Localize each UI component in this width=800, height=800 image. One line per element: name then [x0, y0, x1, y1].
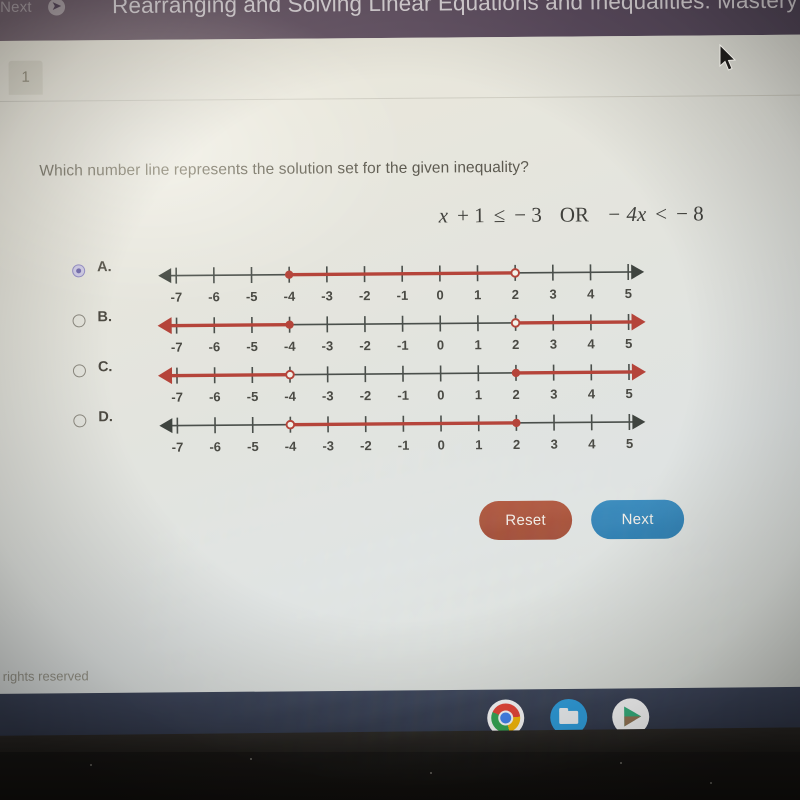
svg-text:-3: -3 [322, 388, 334, 403]
svg-text:1: 1 [475, 437, 482, 452]
svg-text:-4: -4 [284, 289, 296, 304]
svg-text:-6: -6 [209, 389, 221, 404]
svg-text:0: 0 [437, 387, 444, 402]
svg-text:2: 2 [512, 287, 519, 302]
svg-text:3: 3 [550, 337, 557, 352]
assignment-title: Rearranging and Solving Linear Equations… [111, 0, 800, 19]
svg-text:4: 4 [587, 336, 595, 351]
svg-text:4: 4 [587, 286, 595, 301]
expr-neg-four-x: − 4x [606, 201, 647, 227]
svg-text:2: 2 [512, 387, 519, 402]
svg-text:-1: -1 [398, 438, 410, 453]
content-sheet: 1 Which number line represents the solut… [0, 34, 800, 698]
question-number-tab[interactable]: 1 [8, 60, 43, 95]
svg-text:2: 2 [512, 337, 519, 352]
svg-text:-5: -5 [247, 439, 259, 454]
svg-text:-6: -6 [209, 439, 221, 454]
svg-text:0: 0 [436, 287, 443, 302]
svg-text:-3: -3 [322, 438, 334, 453]
number-line-graphic: -7 -6 -5 -4 -3 -2 -1 0 1 2 3 4 5 [136, 300, 666, 354]
svg-text:-2: -2 [360, 388, 372, 403]
answer-choice-letter: B. [97, 309, 113, 326]
answer-choice-d[interactable]: D. -7 -6 -5 -4 -3 -2 -1 0 1 2 3 4 5 [0, 403, 800, 459]
answer-choice-letter: D. [98, 409, 113, 426]
svg-text:-3: -3 [321, 288, 333, 303]
svg-text:-4: -4 [285, 439, 297, 454]
laptop-screen: Next ➤ Rearranging and Solving Linear Eq… [0, 0, 800, 698]
answer-choice-c[interactable]: C. -7 -6 -5 -4 -3 -2 -1 0 1 2 3 4 5 [0, 353, 800, 409]
answer-choice-a[interactable]: A. -7 -6 -5 -4 -3 -2 -1 0 1 2 3 4 5 [0, 253, 800, 309]
svg-text:-6: -6 [209, 339, 221, 354]
radio-c[interactable] [72, 364, 86, 378]
radio-a[interactable] [72, 264, 86, 278]
question-number-strip: 1 [0, 52, 800, 102]
svg-text:-4: -4 [284, 389, 296, 404]
answer-choice-letter: A. [97, 259, 112, 276]
answer-choice-letter: C. [97, 359, 113, 376]
header-next-link[interactable]: Next [0, 0, 32, 16]
svg-text:-1: -1 [397, 388, 409, 403]
svg-text:3: 3 [550, 387, 557, 402]
svg-text:-2: -2 [359, 288, 371, 303]
svg-text:-7: -7 [171, 390, 183, 404]
svg-text:3: 3 [549, 287, 556, 302]
expr-lt-sign: < [655, 201, 668, 226]
svg-text:4: 4 [588, 436, 596, 451]
expr-le-sign: ≤ [493, 202, 506, 228]
svg-text:5: 5 [626, 436, 633, 451]
svg-text:-1: -1 [397, 288, 409, 303]
svg-text:-3: -3 [322, 338, 334, 353]
inequality-expression: x + 1 ≤ − 3 OR − 4x < − 8 [439, 201, 704, 228]
svg-text:-7: -7 [171, 340, 183, 354]
svg-text:5: 5 [625, 386, 632, 401]
radio-b[interactable] [72, 314, 86, 328]
expr-or: OR [559, 202, 590, 227]
radio-d[interactable] [73, 414, 87, 428]
svg-text:4: 4 [588, 386, 596, 401]
copyright-footer: ll rights reserved [0, 668, 89, 685]
number-line-graphic: -7 -6 -5 -4 -3 -2 -1 0 1 2 3 4 5 [137, 350, 667, 404]
svg-text:3: 3 [551, 437, 558, 452]
svg-text:1: 1 [475, 387, 482, 402]
svg-text:5: 5 [625, 336, 632, 351]
expr-plus-one: + 1 [456, 203, 485, 228]
number-line-graphic: -7 -6 -5 -4 -3 -2 -1 0 1 2 3 4 5 [136, 250, 666, 304]
svg-text:2: 2 [513, 437, 520, 452]
svg-text:-2: -2 [359, 338, 371, 353]
svg-text:-5: -5 [246, 289, 258, 304]
question-prompt: Which number line represents the solutio… [39, 158, 530, 180]
desk-surface [0, 752, 800, 800]
expr-neg-three: − 3 [514, 202, 542, 227]
reset-button[interactable]: Reset [478, 500, 573, 541]
svg-text:-5: -5 [246, 339, 258, 354]
circle-arrow-right-icon[interactable]: ➤ [48, 0, 66, 16]
svg-text:0: 0 [437, 337, 444, 352]
svg-text:5: 5 [625, 286, 632, 301]
svg-text:-7: -7 [172, 440, 184, 454]
svg-text:-7: -7 [171, 290, 183, 304]
expr-neg-eight: − 8 [675, 201, 704, 226]
svg-text:1: 1 [474, 337, 481, 352]
svg-text:-1: -1 [397, 338, 409, 353]
expr-variable-x: x [438, 203, 449, 228]
svg-text:-5: -5 [247, 389, 259, 404]
next-button[interactable]: Next [590, 499, 685, 540]
photo-of-screen: Next ➤ Rearranging and Solving Linear Eq… [0, 0, 800, 800]
svg-text:0: 0 [438, 437, 445, 452]
svg-text:-6: -6 [208, 289, 220, 304]
svg-text:1: 1 [474, 287, 481, 302]
svg-text:-2: -2 [360, 438, 372, 453]
svg-text:-4: -4 [284, 339, 296, 354]
answer-choice-b[interactable]: B. -7 -6 -5 -4 -3 -2 -1 0 1 2 3 4 5 [0, 303, 800, 359]
number-line-graphic: -7 -6 -5 -4 -3 -2 -1 0 1 2 3 4 5 [137, 400, 667, 454]
